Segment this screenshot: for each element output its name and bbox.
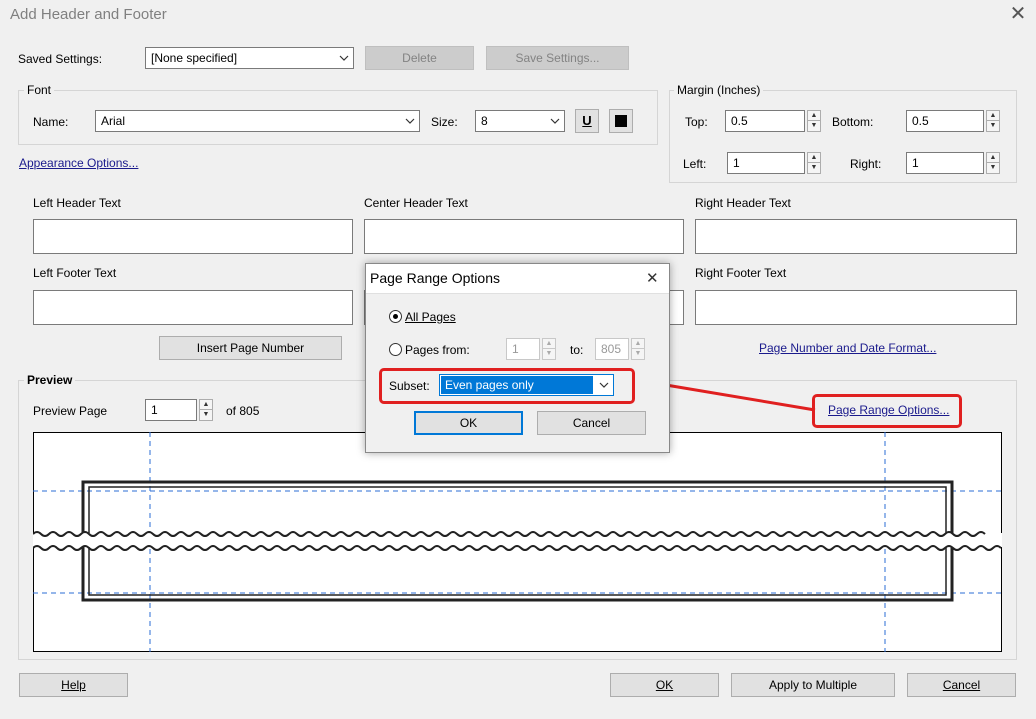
margin-top-label: Top: — [685, 115, 708, 129]
window-title: Add Header and Footer — [10, 6, 167, 23]
subset-label: Subset: — [389, 379, 430, 393]
font-name-dropdown[interactable]: Arial — [95, 110, 420, 132]
delete-button[interactable]: Delete — [365, 46, 474, 70]
margin-bottom-spinner[interactable]: ▲ ▼ — [986, 110, 1000, 132]
spin-up-icon[interactable]: ▲ — [200, 400, 212, 410]
font-size-dropdown[interactable]: 8 — [475, 110, 565, 132]
font-group-label: Font — [24, 83, 55, 97]
spin-up-icon[interactable]: ▲ — [632, 339, 644, 349]
preview-total-pages: of 805 — [226, 404, 260, 418]
chevron-down-icon — [550, 118, 560, 124]
margin-top-spinner[interactable]: ▲ ▼ — [807, 110, 821, 132]
page-number-date-format-link[interactable]: Page Number and Date Format... — [759, 341, 936, 355]
dialog-title: Page Range Options — [370, 270, 500, 286]
spin-down-icon[interactable]: ▼ — [987, 163, 999, 173]
all-pages-label: All Pages — [405, 310, 456, 324]
preview-label: Preview — [24, 373, 76, 387]
margin-right-spinner[interactable]: ▲ ▼ — [986, 152, 1000, 174]
spin-down-icon[interactable]: ▼ — [987, 121, 999, 131]
pages-to-spinner[interactable]: ▲ ▼ — [631, 338, 645, 360]
left-footer-label: Left Footer Text — [33, 266, 117, 280]
right-footer-field[interactable] — [695, 290, 1017, 325]
saved-settings-value: [None specified] — [151, 51, 238, 65]
pages-from-label: Pages from: — [405, 343, 470, 357]
subset-dropdown[interactable]: Even pages only — [439, 374, 614, 396]
pages-from-field[interactable]: 1 — [506, 338, 540, 360]
cancel-button[interactable]: Cancel — [907, 673, 1016, 697]
right-header-label: Right Header Text — [695, 196, 791, 210]
margin-left-label: Left: — [683, 157, 707, 171]
ok-button[interactable]: OK — [610, 673, 719, 697]
font-size-value: 8 — [481, 114, 488, 128]
spin-up-icon[interactable]: ▲ — [987, 111, 999, 121]
help-button[interactable]: Help — [19, 673, 128, 697]
font-color-button[interactable] — [609, 109, 633, 133]
left-header-field[interactable] — [33, 219, 353, 254]
pages-from-radio[interactable]: Pages from: — [389, 342, 479, 358]
underline-button[interactable]: U — [575, 109, 599, 133]
margin-top-field[interactable]: 0.5 — [725, 110, 805, 132]
spin-up-icon[interactable]: ▲ — [808, 111, 820, 121]
pages-from-spinner[interactable]: ▲ ▼ — [542, 338, 556, 360]
close-window-icon[interactable]: ✕ — [1008, 4, 1028, 24]
left-footer-field[interactable] — [33, 290, 353, 325]
dialog-cancel-button[interactable]: Cancel — [537, 411, 646, 435]
chevron-down-icon — [339, 55, 349, 61]
center-header-field[interactable] — [364, 219, 684, 254]
chevron-down-icon — [405, 118, 415, 124]
annotation-highlight-link — [812, 394, 962, 428]
center-header-label: Center Header Text — [364, 196, 468, 210]
right-footer-label: Right Footer Text — [695, 266, 787, 280]
pages-to-label: to: — [570, 343, 584, 357]
apply-to-multiple-button[interactable]: Apply to Multiple — [731, 673, 895, 697]
saved-settings-label: Saved Settings: — [18, 52, 103, 66]
margin-left-field[interactable]: 1 — [727, 152, 805, 174]
page-range-options-dialog: Page Range Options ✕ All Pages Pages fro… — [365, 263, 670, 453]
spin-down-icon[interactable]: ▼ — [808, 121, 820, 131]
margin-right-label: Right: — [850, 157, 882, 171]
spin-down-icon[interactable]: ▼ — [200, 410, 212, 420]
spin-up-icon[interactable]: ▲ — [543, 339, 555, 349]
color-swatch-icon — [615, 115, 627, 127]
font-name-label: Name: — [33, 115, 69, 129]
save-settings-button[interactable]: Save Settings... — [486, 46, 629, 70]
preview-page-label: Preview Page — [33, 404, 108, 418]
spin-up-icon[interactable]: ▲ — [808, 153, 820, 163]
font-size-label: Size: — [431, 115, 458, 129]
preview-page-field[interactable]: 1 — [145, 399, 197, 421]
chevron-down-icon — [599, 382, 609, 388]
left-header-label: Left Header Text — [33, 196, 121, 210]
dialog-ok-button[interactable]: OK — [414, 411, 523, 435]
spin-down-icon[interactable]: ▼ — [632, 349, 644, 359]
right-header-field[interactable] — [695, 219, 1017, 254]
margin-bottom-field[interactable]: 0.5 — [906, 110, 984, 132]
spin-up-icon[interactable]: ▲ — [987, 153, 999, 163]
preview-page-spinner[interactable]: ▲ ▼ — [199, 399, 213, 421]
spin-down-icon[interactable]: ▼ — [543, 349, 555, 359]
margin-group-label: Margin (Inches) — [674, 83, 764, 97]
appearance-options-link[interactable]: Appearance Options... — [19, 156, 138, 170]
pages-to-field[interactable]: 805 — [595, 338, 629, 360]
subset-value: Even pages only — [445, 378, 534, 392]
margin-left-spinner[interactable]: ▲ ▼ — [807, 152, 821, 174]
saved-settings-dropdown[interactable]: [None specified] — [145, 47, 354, 69]
font-name-value: Arial — [101, 114, 126, 128]
dialog-title-bar: Page Range Options ✕ — [366, 264, 669, 294]
radio-unselected-icon — [389, 343, 402, 356]
dialog-close-icon[interactable]: ✕ — [646, 269, 659, 287]
margin-right-field[interactable]: 1 — [906, 152, 984, 174]
preview-canvas — [33, 432, 1002, 652]
radio-selected-icon — [389, 310, 402, 323]
all-pages-radio[interactable]: All Pages — [389, 309, 499, 325]
insert-page-number-button[interactable]: Insert Page Number — [159, 336, 342, 360]
margin-bottom-label: Bottom: — [832, 115, 874, 129]
spin-down-icon[interactable]: ▼ — [808, 163, 820, 173]
